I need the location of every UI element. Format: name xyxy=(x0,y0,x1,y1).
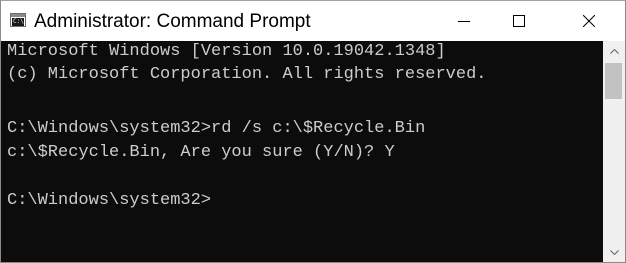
title-bar[interactable]: C:\ Administrator: Command Prompt xyxy=(1,1,625,41)
close-button[interactable] xyxy=(553,1,625,41)
window-title: Administrator: Command Prompt xyxy=(34,11,311,32)
scroll-down-arrow-icon xyxy=(609,249,619,255)
icon-screen: C:\ xyxy=(12,18,24,26)
minimize-icon xyxy=(458,21,470,22)
vertical-scrollbar[interactable] xyxy=(603,41,625,262)
console-line: (c) Microsoft Corporation. All rights re… xyxy=(7,65,487,84)
maximize-button[interactable] xyxy=(496,1,542,41)
console-output[interactable]: Microsoft Windows [Version 10.0.19042.13… xyxy=(1,41,603,262)
console-prompt-line: C:\Windows\system32> xyxy=(7,191,212,210)
scroll-down-button[interactable] xyxy=(603,242,625,262)
command-prompt-icon[interactable]: C:\ xyxy=(10,13,26,27)
scroll-up-arrow-icon xyxy=(609,48,619,54)
console-line: c:\$Recycle.Bin, Are you sure (Y/N)? Y xyxy=(7,143,395,162)
command-prompt-window: C:\ Administrator: Command Prompt Micros… xyxy=(0,0,626,263)
minimize-button[interactable] xyxy=(441,1,487,41)
console-line: C:\Windows\system32>rd /s c:\$Recycle.Bi… xyxy=(7,119,426,138)
close-icon xyxy=(583,15,595,27)
scroll-up-button[interactable] xyxy=(603,41,625,61)
console-line: Microsoft Windows [Version 10.0.19042.13… xyxy=(7,42,446,61)
maximize-icon xyxy=(513,15,525,27)
scrollbar-thumb[interactable] xyxy=(605,63,622,99)
icon-title-strip xyxy=(11,14,25,17)
